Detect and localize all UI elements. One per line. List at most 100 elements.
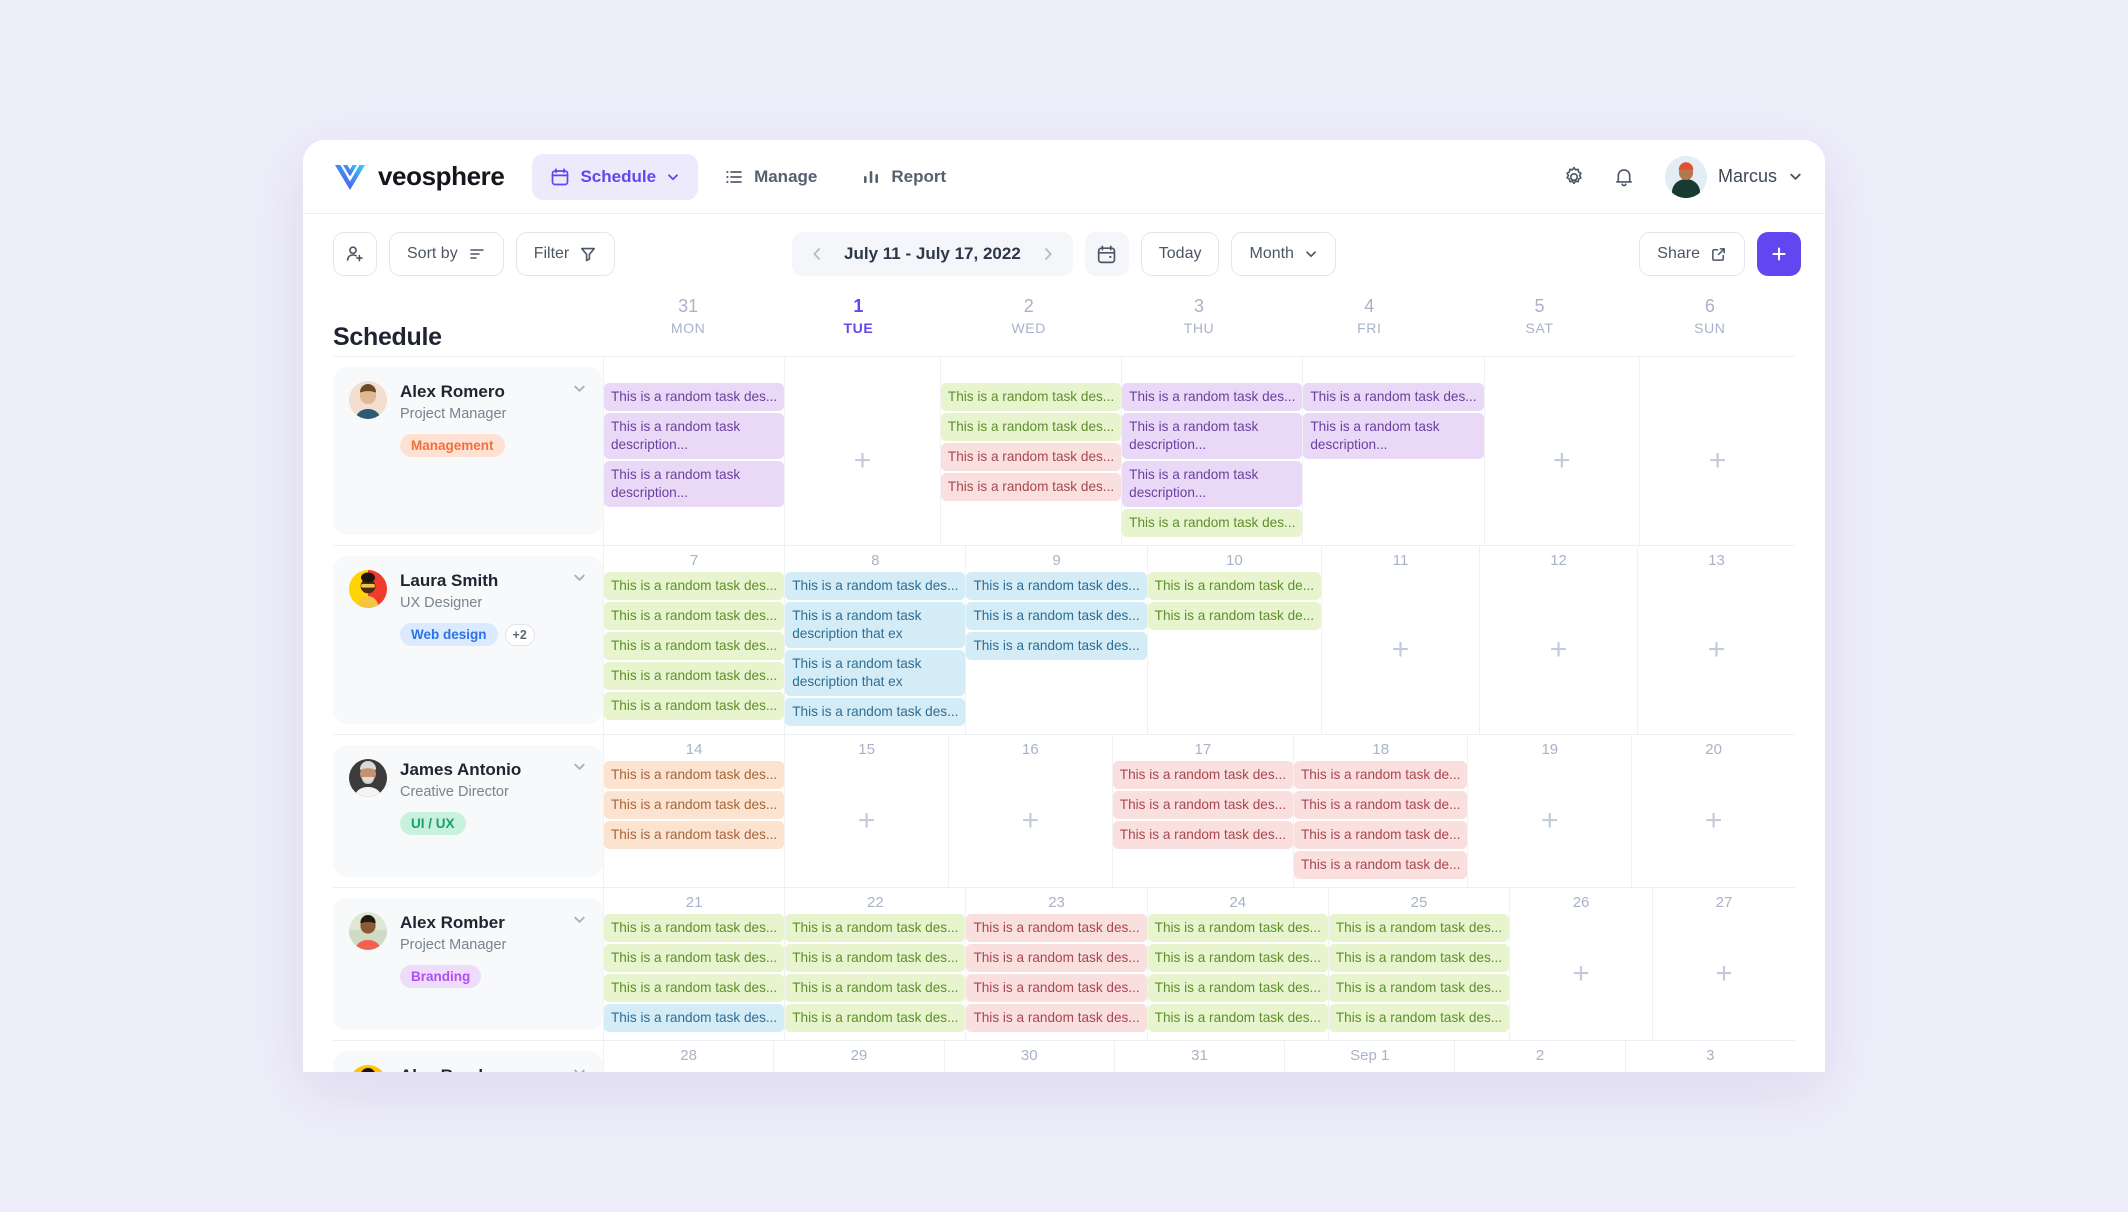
day-cell[interactable]: ·+	[1483, 357, 1640, 545]
plus-icon[interactable]: +	[1550, 635, 1568, 665]
task-card[interactable]: This is a random task des...	[785, 974, 966, 1002]
task-card[interactable]: This is a random task des...	[966, 632, 1147, 660]
day-cell[interactable]: 11 +	[1321, 546, 1479, 734]
settings-button[interactable]	[1559, 162, 1589, 192]
plus-icon[interactable]: +	[1392, 635, 1410, 665]
task-card[interactable]: This is a random task de...	[1147, 572, 1322, 600]
nav-item-manage[interactable]: Manage	[706, 154, 835, 200]
task-card[interactable]: This is a random task des...	[940, 443, 1122, 471]
plus-icon[interactable]: +	[1541, 806, 1559, 836]
empty-cell-slot[interactable]: +	[949, 761, 1112, 881]
prev-period-button[interactable]	[808, 246, 826, 262]
day-cell[interactable]: ·This is a random task des...This is a r…	[1302, 357, 1484, 545]
task-card[interactable]: This is a random task des...	[604, 914, 785, 942]
task-card[interactable]: This is a random task des...	[604, 944, 785, 972]
task-card[interactable]: This is a random task description...	[1303, 413, 1484, 459]
day-header-sat[interactable]: 5 SAT	[1454, 294, 1624, 356]
task-card[interactable]: This is a random task des...	[966, 1004, 1147, 1032]
task-card[interactable]: This is a random task des...	[604, 821, 785, 849]
task-card[interactable]: This is a random task description...	[1122, 413, 1303, 459]
empty-cell-slot[interactable]: +	[1468, 761, 1631, 881]
next-period-button[interactable]	[1039, 246, 1057, 262]
person-card[interactable]: James Antonio Creative Director UI / UX	[333, 745, 603, 877]
task-card[interactable]: This is a random task des...	[604, 383, 785, 411]
user-menu[interactable]: Marcus	[1664, 155, 1803, 198]
share-button[interactable]: Share	[1639, 232, 1745, 276]
task-card[interactable]: This is a random task des...	[604, 692, 785, 720]
task-card[interactable]: This is a random task des...	[604, 1004, 785, 1032]
empty-cell-slot[interactable]: +	[1485, 383, 1640, 539]
task-card[interactable]: This is a random task description that e…	[785, 650, 966, 696]
task-card[interactable]: This is a random task des...	[1112, 761, 1293, 789]
day-cell[interactable]: 30 +	[943, 1041, 1114, 1072]
view-select[interactable]: Month	[1231, 232, 1336, 276]
chevron-down-icon[interactable]	[564, 570, 587, 590]
task-card[interactable]: This is a random task des...	[1147, 1004, 1328, 1032]
day-header-fri[interactable]: 4 FRI	[1284, 294, 1454, 356]
task-card[interactable]: This is a random task description...	[604, 413, 785, 459]
day-cell[interactable]: 26 +	[1509, 888, 1652, 1040]
nav-item-report[interactable]: Report	[843, 154, 964, 200]
day-cell[interactable]: ·This is a random task des...This is a r…	[603, 357, 785, 545]
empty-cell-slot[interactable]: +	[1510, 914, 1652, 1034]
plus-icon[interactable]: +	[1709, 446, 1727, 476]
task-card[interactable]: This is a random task des...	[966, 974, 1147, 1002]
empty-cell-slot[interactable]: +	[785, 761, 948, 881]
person-tag[interactable]: Web design	[400, 623, 498, 646]
chevron-down-icon[interactable]	[564, 759, 587, 779]
task-card[interactable]: This is a random task des...	[604, 632, 785, 660]
task-card[interactable]: This is a random task des...	[966, 914, 1147, 942]
day-header-mon[interactable]: 31 MON	[603, 294, 773, 356]
task-card[interactable]: This is a random task des...	[1328, 1004, 1510, 1032]
day-cell[interactable]: 28 +	[603, 1041, 773, 1072]
empty-cell-slot[interactable]: +	[1653, 914, 1795, 1034]
task-card[interactable]: This is a random task des...	[966, 572, 1147, 600]
add-person-button[interactable]	[333, 232, 377, 276]
day-cell[interactable]: 21 This is a random task des... This is a …	[603, 888, 785, 1040]
person-tag[interactable]: Branding	[400, 965, 482, 988]
task-card[interactable]: This is a random task des...	[785, 572, 966, 600]
task-card[interactable]: This is a random task de...	[1147, 602, 1322, 630]
task-card[interactable]: This is a random task de...	[1294, 761, 1468, 789]
day-cell[interactable]: 25 This is a random task des... This is a …	[1327, 888, 1510, 1040]
empty-cell-slot[interactable]: +	[1626, 1067, 1795, 1072]
day-cell[interactable]: 13 +	[1637, 546, 1795, 734]
task-card[interactable]: This is a random task des...	[785, 1004, 966, 1032]
day-cell[interactable]: 29 +	[773, 1041, 943, 1072]
task-card[interactable]: This is a random task des...	[1122, 509, 1303, 537]
empty-cell-slot[interactable]: +	[1455, 1067, 1624, 1072]
day-cell[interactable]: 23 This is a random task des... This is a …	[965, 888, 1147, 1040]
task-card[interactable]: This is a random task des...	[940, 383, 1122, 411]
day-header-wed[interactable]: 2 WED	[944, 294, 1114, 356]
empty-cell-slot[interactable]: +	[1638, 572, 1795, 728]
empty-cell-slot[interactable]: +	[945, 1067, 1114, 1072]
day-cell[interactable]: 14 This is a random task des... This is a …	[603, 735, 785, 887]
day-cell[interactable]: 31 +	[1113, 1041, 1284, 1072]
day-cell[interactable]: 24 This is a random task des... This is a …	[1146, 888, 1328, 1040]
task-card[interactable]: This is a random task des...	[940, 473, 1122, 501]
task-card[interactable]: This is a random task des...	[604, 761, 785, 789]
plus-icon[interactable]: +	[854, 446, 872, 476]
empty-cell-slot[interactable]: +	[1115, 1067, 1284, 1072]
plus-icon[interactable]: +	[1708, 635, 1726, 665]
task-card[interactable]: This is a random task des...	[785, 914, 966, 942]
sort-by-button[interactable]: Sort by	[389, 232, 504, 276]
task-card[interactable]: This is a random task description...	[1122, 461, 1303, 507]
day-cell[interactable]: ·This is a random task des...This is a r…	[939, 357, 1122, 545]
task-card[interactable]: This is a random task des...	[1122, 383, 1303, 411]
day-cell[interactable]: 19 +	[1467, 735, 1631, 887]
filter-button[interactable]: Filter	[515, 232, 616, 276]
empty-cell-slot[interactable]: +	[1480, 572, 1637, 728]
calendar-picker-button[interactable]	[1084, 232, 1129, 276]
task-card[interactable]: This is a random task des...	[785, 944, 966, 972]
day-cell[interactable]: ·+	[1639, 357, 1795, 545]
task-card[interactable]: This is a random task des...	[966, 602, 1147, 630]
task-card[interactable]: This is a random task des...	[1328, 914, 1510, 942]
task-card[interactable]: This is a random task des...	[1328, 944, 1510, 972]
day-cell[interactable]: 2+	[1454, 1041, 1624, 1072]
day-cell[interactable]: 15 +	[784, 735, 948, 887]
empty-cell-slot[interactable]: +	[1322, 572, 1479, 728]
day-cell[interactable]: 27 +	[1652, 888, 1795, 1040]
empty-cell-slot[interactable]: +	[1285, 1067, 1454, 1072]
chevron-down-icon[interactable]	[564, 381, 587, 401]
